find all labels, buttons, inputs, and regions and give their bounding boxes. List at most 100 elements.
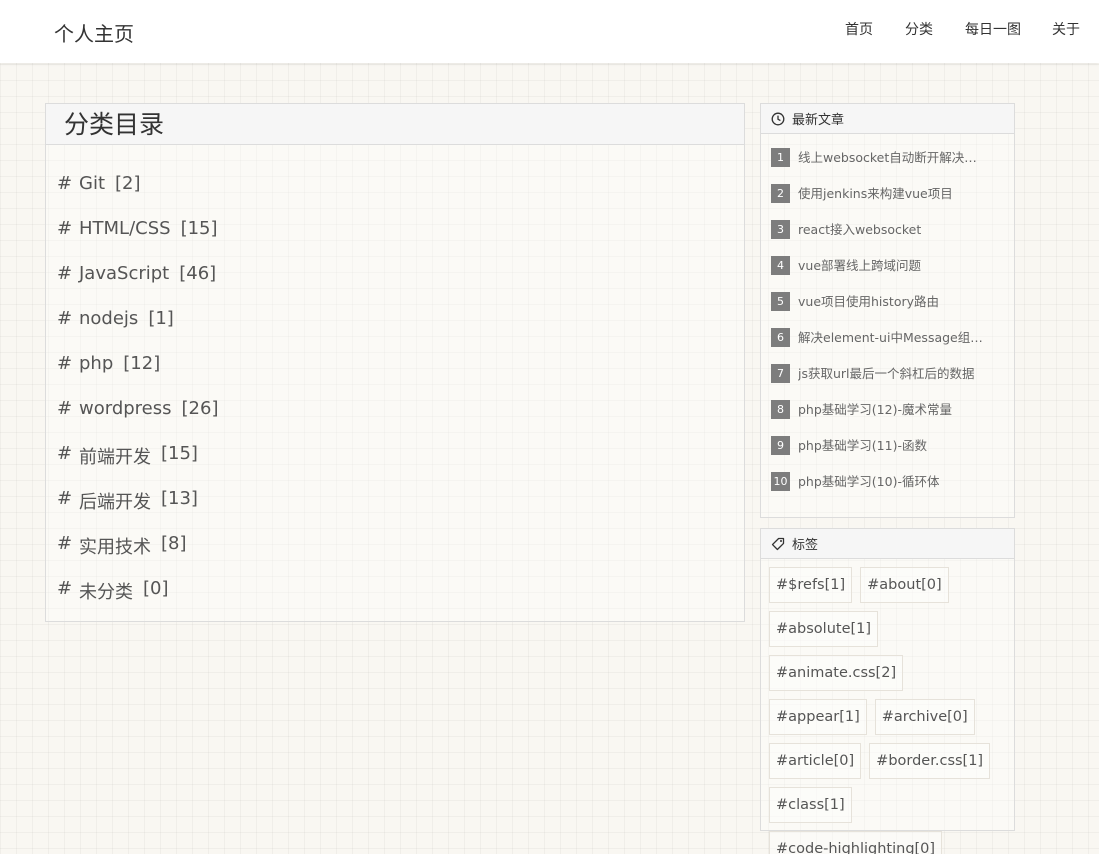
category-panel-header: 分类目录 bbox=[46, 104, 744, 145]
category-item[interactable]: # 未分类 [0] bbox=[57, 578, 744, 623]
category-name: 前端开发 bbox=[79, 447, 151, 468]
post-rank-badge: 8 bbox=[771, 400, 790, 419]
category-name: 实用技术 bbox=[79, 537, 151, 558]
hash-symbol: # bbox=[57, 443, 73, 464]
recent-posts-list: 1 线上websocket自动断开解决思路 2 使用jenkins来构建vue项目 … bbox=[761, 134, 1014, 508]
hash-symbol: # bbox=[57, 398, 73, 419]
post-rank-badge: 10 bbox=[771, 472, 790, 491]
category-item[interactable]: # php [12] bbox=[57, 353, 744, 398]
category-item[interactable]: # wordpress [26] bbox=[57, 398, 744, 443]
category-item[interactable]: # 后端开发 [13] bbox=[57, 488, 744, 533]
category-item[interactable]: # HTML/CSS [15] bbox=[57, 218, 744, 263]
tag-link[interactable]: #animate.css[2] bbox=[769, 655, 904, 691]
hash-symbol: # bbox=[57, 533, 73, 554]
recent-post-item[interactable]: 5 vue项目使用history路由 bbox=[771, 292, 1014, 328]
post-rank-badge: 3 bbox=[771, 220, 790, 239]
category-count: [15] bbox=[161, 443, 198, 464]
site-header: 个人主页 首页 分类 每日一图 关于 bbox=[0, 0, 1099, 63]
post-title-link[interactable]: vue部署线上跨域问题 bbox=[798, 256, 921, 275]
post-title-link[interactable]: php基础学习(12)-魔术常量 bbox=[798, 400, 952, 419]
tag-link[interactable]: #border.css[1] bbox=[869, 743, 991, 779]
nav-daily-image[interactable]: 每日一图 bbox=[965, 19, 1021, 39]
hash-symbol: # bbox=[57, 173, 73, 194]
nav-home[interactable]: 首页 bbox=[845, 19, 873, 39]
category-name: wordpress bbox=[79, 398, 172, 419]
post-rank-badge: 7 bbox=[771, 364, 790, 383]
post-rank-badge: 4 bbox=[771, 256, 790, 275]
category-list: # Git [2] # HTML/CSS [15] # JavaScript [46] # n… bbox=[46, 145, 744, 623]
category-count: [15] bbox=[180, 218, 218, 239]
category-name: nodejs bbox=[79, 308, 139, 329]
tag-link[interactable]: #code-highlighting[0] bbox=[769, 831, 943, 854]
tag-cloud: #$refs[1] #about[0] #absolute[1] #animat… bbox=[761, 559, 1009, 854]
post-rank-badge: 2 bbox=[771, 184, 790, 203]
tag-link[interactable]: #about[0] bbox=[860, 567, 949, 603]
hash-symbol: # bbox=[57, 353, 73, 374]
post-title-link[interactable]: vue项目使用history路由 bbox=[798, 292, 939, 311]
hash-symbol: # bbox=[57, 263, 73, 284]
category-name: HTML/CSS bbox=[79, 218, 171, 239]
post-rank-badge: 1 bbox=[771, 148, 790, 167]
site-title[interactable]: 个人主页 bbox=[54, 18, 134, 47]
category-name: php bbox=[79, 353, 114, 374]
post-title-link[interactable]: php基础学习(10)-循环体 bbox=[798, 472, 939, 491]
tag-link[interactable]: #archive[0] bbox=[874, 699, 975, 735]
page-title: 分类目录 bbox=[64, 110, 165, 139]
category-name: JavaScript bbox=[79, 263, 170, 284]
tags-title: 标签 bbox=[792, 538, 819, 553]
tags-card: 标签 #$refs[1] #about[0] #absolute[1] #ani… bbox=[760, 528, 1015, 854]
category-count: [46] bbox=[179, 263, 217, 284]
tag-link[interactable]: #$refs[1] bbox=[769, 567, 853, 603]
category-item[interactable]: # nodejs [1] bbox=[57, 308, 744, 353]
post-rank-badge: 9 bbox=[771, 436, 790, 455]
category-item[interactable]: # 前端开发 [15] bbox=[57, 443, 744, 488]
tag-link[interactable]: #appear[1] bbox=[769, 699, 867, 735]
category-item[interactable]: # Git [2] bbox=[57, 173, 744, 218]
tag-icon bbox=[771, 537, 785, 550]
hash-symbol: # bbox=[57, 308, 73, 329]
recent-post-item[interactable]: 9 php基础学习(11)-函数 bbox=[771, 436, 1014, 472]
tag-link[interactable]: #article[0] bbox=[769, 743, 862, 779]
recent-posts-card: 最新文章 1 线上websocket自动断开解决思路 2 使用jenkins来构建v… bbox=[760, 103, 1015, 518]
category-count: [1] bbox=[148, 308, 174, 329]
post-rank-badge: 5 bbox=[771, 292, 790, 311]
post-title-link[interactable]: 使用jenkins来构建vue项目 bbox=[798, 184, 953, 203]
category-count: [13] bbox=[161, 488, 198, 509]
post-title-link[interactable]: js获取url最后一个斜杠后的数据 bbox=[798, 364, 975, 383]
post-title-link[interactable]: 解决element-ui中Message组件... bbox=[798, 328, 988, 347]
post-rank-badge: 6 bbox=[771, 328, 790, 347]
post-title-link[interactable]: react接入websocket bbox=[798, 220, 921, 239]
category-item[interactable]: # JavaScript [46] bbox=[57, 263, 744, 308]
category-count: [26] bbox=[181, 398, 219, 419]
recent-post-item[interactable]: 4 vue部署线上跨域问题 bbox=[771, 256, 1014, 292]
recent-posts-title: 最新文章 bbox=[792, 113, 845, 128]
tag-link[interactable]: #class[1] bbox=[769, 787, 852, 823]
nav-categories[interactable]: 分类 bbox=[905, 19, 933, 39]
recent-post-item[interactable]: 2 使用jenkins来构建vue项目 bbox=[771, 184, 1014, 220]
recent-post-item[interactable]: 8 php基础学习(12)-魔术常量 bbox=[771, 400, 1014, 436]
category-panel: 分类目录 # Git [2] # HTML/CSS [15] # JavaScript [4… bbox=[45, 103, 745, 622]
tags-header: 标签 bbox=[761, 529, 1014, 559]
category-count: [0] bbox=[143, 578, 169, 599]
recent-post-item[interactable]: 3 react接入websocket bbox=[771, 220, 1014, 256]
category-count: [2] bbox=[115, 173, 141, 194]
category-name: 后端开发 bbox=[79, 492, 151, 513]
hash-symbol: # bbox=[57, 488, 73, 509]
category-count: [12] bbox=[123, 353, 161, 374]
category-count: [8] bbox=[161, 533, 187, 554]
category-name: Git bbox=[79, 173, 106, 194]
recent-post-item[interactable]: 10 php基础学习(10)-循环体 bbox=[771, 472, 1014, 508]
hash-symbol: # bbox=[57, 218, 73, 239]
recent-post-item[interactable]: 6 解决element-ui中Message组件... bbox=[771, 328, 1014, 364]
recent-post-item[interactable]: 1 线上websocket自动断开解决思路 bbox=[771, 148, 1014, 184]
hash-symbol: # bbox=[57, 578, 73, 599]
category-item[interactable]: # 实用技术 [8] bbox=[57, 533, 744, 578]
post-title-link[interactable]: php基础学习(11)-函数 bbox=[798, 436, 927, 455]
category-name: 未分类 bbox=[79, 582, 133, 603]
recent-posts-header: 最新文章 bbox=[761, 104, 1014, 134]
clock-icon bbox=[771, 112, 785, 125]
tag-link[interactable]: #absolute[1] bbox=[769, 611, 879, 647]
post-title-link[interactable]: 线上websocket自动断开解决思路 bbox=[798, 148, 988, 167]
nav-about[interactable]: 关于 bbox=[1052, 19, 1080, 39]
recent-post-item[interactable]: 7 js获取url最后一个斜杠后的数据 bbox=[771, 364, 1014, 400]
